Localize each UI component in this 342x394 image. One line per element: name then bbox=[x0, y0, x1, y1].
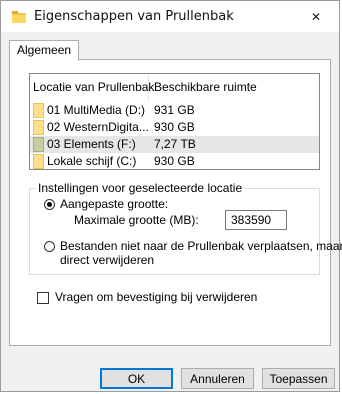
max-size-input[interactable] bbox=[225, 210, 287, 230]
apply-button[interactable]: Toepassen bbox=[262, 368, 335, 389]
list-item[interactable]: 01 MultiMedia (D:) 931 GB bbox=[30, 102, 319, 119]
window-title: Eigenschappen van Prullenbak bbox=[34, 9, 234, 24]
drive-folder-icon bbox=[33, 120, 44, 135]
list-item[interactable]: 03 Elements (F:) 7,27 TB bbox=[30, 136, 319, 153]
list-item[interactable]: 02 WesternDigita... 930 GB bbox=[30, 119, 319, 136]
cancel-button[interactable]: Annuleren bbox=[181, 368, 254, 389]
settings-group-legend: Instellingen voor geselecteerde locatie bbox=[36, 181, 245, 196]
available-space: 931 GB bbox=[154, 103, 195, 117]
tab-panel-algemeen: Locatie van Prullenbak Beschikbare ruimt… bbox=[9, 59, 342, 346]
drive-folder-icon bbox=[33, 137, 44, 152]
location-list[interactable]: Locatie van Prullenbak Beschikbare ruimt… bbox=[29, 73, 320, 170]
settings-group: Instellingen voor geselecteerde locatie … bbox=[29, 181, 342, 275]
no-recycle-label-line1[interactable]: Bestanden niet naar de Prullenbak verpla… bbox=[60, 239, 342, 254]
custom-size-radio[interactable] bbox=[44, 199, 55, 210]
available-space: 7,27 TB bbox=[154, 137, 196, 151]
drive-folder-icon bbox=[33, 103, 44, 118]
close-button[interactable]: ✕ bbox=[293, 1, 339, 32]
tab-strip: Algemeen bbox=[1, 32, 339, 61]
drive-folder-icon bbox=[33, 154, 44, 169]
available-space: 930 GB bbox=[154, 120, 195, 134]
location-name: Lokale schijf (C:) bbox=[47, 154, 137, 168]
close-icon: ✕ bbox=[310, 9, 322, 24]
custom-size-label[interactable]: Aangepaste grootte: bbox=[60, 197, 168, 212]
available-space: 930 GB bbox=[154, 154, 195, 168]
title-bar[interactable]: Eigenschappen van Prullenbak ✕ bbox=[1, 1, 339, 32]
location-name: 03 Elements (F:) bbox=[47, 137, 136, 151]
recycle-bin-icon bbox=[12, 11, 26, 23]
properties-dialog: Eigenschappen van Prullenbak ✕ Algemeen … bbox=[0, 0, 342, 392]
list-header: Locatie van Prullenbak Beschikbare ruimt… bbox=[30, 74, 319, 101]
column-header-location[interactable]: Locatie van Prullenbak bbox=[30, 74, 154, 101]
location-name: 02 WesternDigita... bbox=[47, 120, 148, 134]
no-recycle-radio[interactable] bbox=[44, 241, 55, 252]
column-header-space[interactable]: Beschikbare ruimte bbox=[149, 74, 319, 101]
confirm-delete-label[interactable]: Vragen om bevestiging bij verwijderen bbox=[55, 290, 257, 305]
location-name: 01 MultiMedia (D:) bbox=[47, 103, 146, 117]
confirm-delete-checkbox[interactable] bbox=[37, 292, 49, 304]
ok-button[interactable]: OK bbox=[100, 368, 173, 389]
tab-algemeen[interactable]: Algemeen bbox=[9, 40, 80, 61]
no-recycle-label-line2[interactable]: direct verwijderen bbox=[60, 253, 154, 268]
list-item[interactable]: Lokale schijf (C:) 930 GB bbox=[30, 153, 319, 170]
max-size-label: Maximale grootte (MB): bbox=[74, 213, 199, 227]
